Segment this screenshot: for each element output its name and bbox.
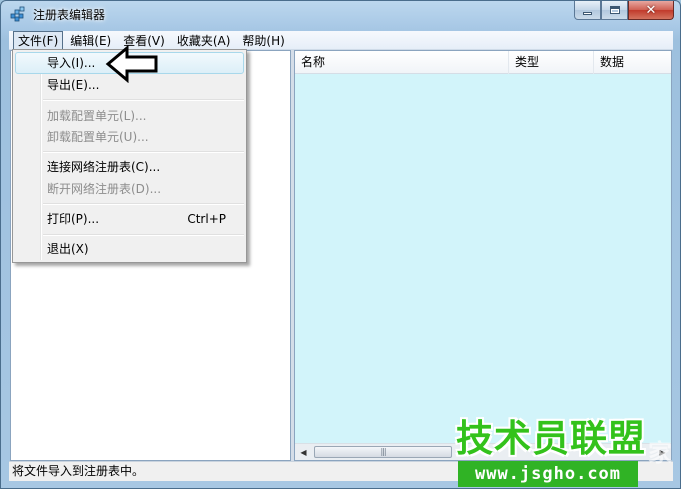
window-title: 注册表编辑器 bbox=[33, 8, 106, 22]
title-bar[interactable]: 注册表编辑器 ✕ bbox=[1, 1, 680, 29]
registry-editor-window: 注册表编辑器 ✕ 文件(F) 编辑(E) 查看(V) 收藏夹(A) 帮助(H) … bbox=[0, 0, 681, 489]
minimize-button[interactable] bbox=[574, 1, 601, 20]
column-name[interactable]: 名称 bbox=[295, 51, 509, 74]
menu-favorites[interactable]: 收藏夹(A) bbox=[172, 31, 236, 50]
maximize-button[interactable] bbox=[601, 1, 628, 20]
watermark-title: 技术员联盟 bbox=[456, 417, 646, 460]
column-type[interactable]: 类型 bbox=[509, 51, 594, 74]
print-shortcut: Ctrl+P bbox=[187, 212, 226, 226]
menu-item-exit[interactable]: 退出(X) bbox=[15, 238, 244, 260]
menu-item-print[interactable]: 打印(P)... Ctrl+P bbox=[15, 208, 244, 230]
menu-separator bbox=[43, 99, 244, 101]
menu-help[interactable]: 帮助(H) bbox=[237, 31, 289, 50]
menu-item-connect-label: 连接网络注册表(C)... bbox=[47, 160, 161, 174]
menu-item-print-label: 打印(P)... bbox=[47, 212, 100, 226]
minimize-icon bbox=[583, 11, 592, 15]
menu-item-exit-label: 退出(X) bbox=[47, 242, 89, 256]
values-list-pane[interactable]: 名称 类型 数据 ◀ ||| ▶ bbox=[294, 50, 672, 461]
menu-item-unload-hive-label: 卸载配置单元(U)... bbox=[47, 130, 149, 144]
scroll-left-icon[interactable]: ◀ bbox=[295, 444, 312, 460]
menu-separator bbox=[43, 151, 244, 153]
caption-buttons: ✕ bbox=[574, 1, 674, 21]
menu-separator bbox=[43, 203, 244, 205]
close-button[interactable]: ✕ bbox=[628, 1, 674, 20]
menu-item-unload-hive[interactable]: 卸载配置单元(U)... bbox=[15, 126, 244, 148]
menu-item-disconnect[interactable]: 断开网络注册表(D)... bbox=[15, 178, 244, 200]
menu-item-disconnect-label: 断开网络注册表(D)... bbox=[47, 182, 162, 196]
watermark-url: www.jsgho.com bbox=[458, 461, 638, 487]
menu-separator bbox=[43, 234, 244, 236]
watermark-tail: 家 bbox=[648, 439, 672, 467]
grip-icon: ||| bbox=[380, 447, 386, 456]
menu-item-connect[interactable]: 连接网络注册表(C)... bbox=[15, 156, 244, 178]
menu-file[interactable]: 文件(F) bbox=[13, 30, 64, 50]
menu-item-export-label: 导出(E)... bbox=[47, 78, 100, 92]
menu-item-load-hive-label: 加载配置单元(L)... bbox=[47, 109, 147, 123]
pointer-arrow-icon bbox=[105, 45, 158, 83]
maximize-icon bbox=[609, 6, 620, 14]
regedit-icon bbox=[10, 6, 25, 22]
list-header: 名称 类型 数据 bbox=[295, 51, 671, 74]
menu-item-load-hive[interactable]: 加载配置单元(L)... bbox=[15, 105, 244, 127]
column-data[interactable]: 数据 bbox=[594, 51, 671, 74]
scroll-thumb[interactable]: ||| bbox=[314, 446, 452, 458]
site-watermark: 技术员联盟 家 www.jsgho.com bbox=[456, 417, 680, 488]
close-icon: ✕ bbox=[645, 2, 657, 18]
menu-item-import-label: 导入(I)... bbox=[47, 56, 96, 70]
status-text: 将文件导入到注册表中。 bbox=[12, 464, 145, 478]
